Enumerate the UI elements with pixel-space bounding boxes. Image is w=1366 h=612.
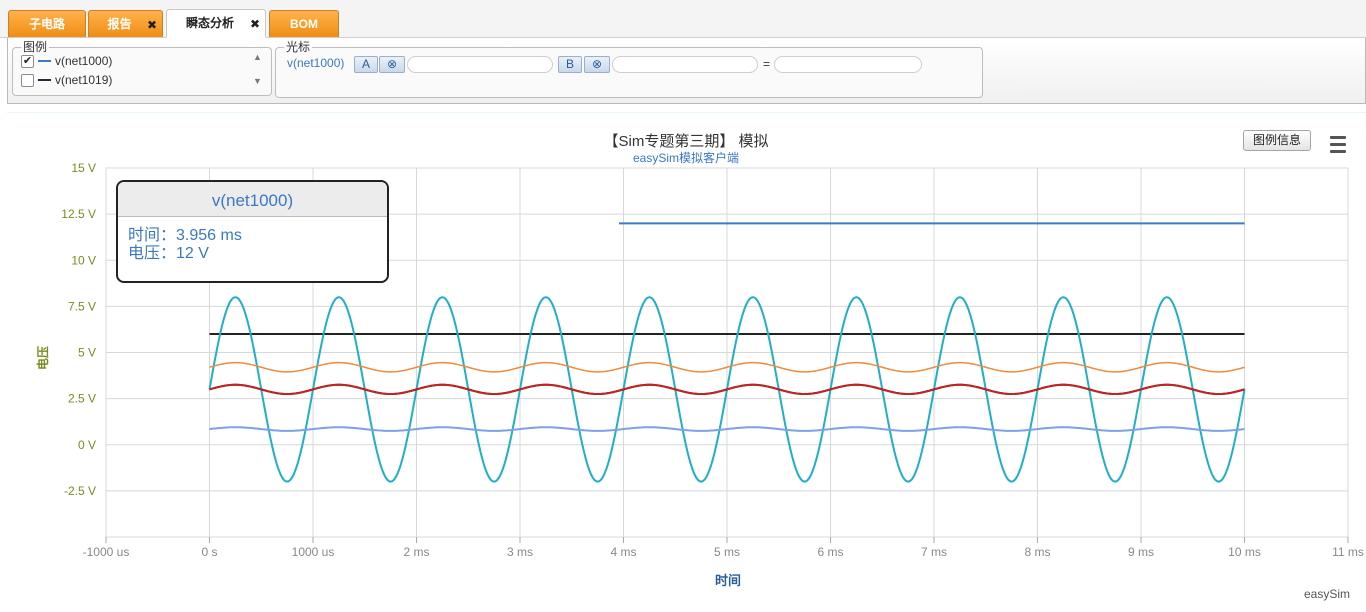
legend-item-label: v(net1000) (55, 54, 113, 68)
tooltip-time: 时间：3.956 ms (128, 227, 242, 244)
tab-bar: 子电路 报告 ✖ 瞬态分析 ✖ BOM (0, 0, 1366, 38)
tab-report[interactable]: 报告 ✖ (88, 10, 163, 37)
clear-cursor-a-icon[interactable]: ⊗ (379, 56, 405, 73)
x-tick-label: 1000 us (292, 545, 335, 559)
x-tick-label: 7 ms (921, 545, 947, 559)
cursor-b-input[interactable] (612, 56, 758, 73)
close-icon[interactable]: ✖ (250, 17, 260, 31)
equals-sign: = (763, 57, 771, 71)
tab-bom[interactable]: BOM (269, 10, 339, 37)
tab-label: BOM (290, 17, 318, 31)
data-tooltip: v(net1000) 时间：3.956 ms 电压：12 V (116, 180, 389, 283)
legend-scrollbar[interactable]: ▲ ▼ (252, 52, 264, 96)
y-tick-label: 7.5 V (68, 299, 96, 313)
x-tick-label: 0 s (201, 545, 217, 559)
cursor-b-button[interactable]: B (558, 56, 582, 73)
chart-title: 【Sim专题第三期】 模拟 (603, 132, 768, 150)
chart-subtitle: easySim模拟客户端 (633, 150, 739, 165)
x-tick-label: 2 ms (403, 545, 429, 559)
chart-credit: easySim (1304, 587, 1350, 601)
cursor-a-button[interactable]: A (354, 56, 378, 73)
cursor-controls: v(net1000) A ⊗ B ⊗ = (275, 47, 983, 77)
x-tick-label: -1000 us (83, 545, 130, 559)
x-tick-label: 9 ms (1128, 545, 1154, 559)
control-panel: 图例 ✔ v(net1000) v(net1019) ▲ ▼ 光标 v(net1… (7, 38, 1366, 104)
chart-area: -1000 us 0 s 1000 us 2 ms 3 ms 4 ms 5 ms 6 ms 7 … (7, 112, 1366, 608)
scroll-down-icon[interactable]: ▼ (253, 76, 262, 86)
tab-label: 报告 (107, 17, 132, 31)
y-tick-label: 2.5 V (68, 392, 96, 406)
x-tick-label: 8 ms (1024, 545, 1050, 559)
series-swatch (38, 79, 51, 81)
x-tick-label: 4 ms (610, 545, 636, 559)
scroll-up-icon[interactable]: ▲ (253, 52, 262, 62)
y-axis-title: 电压 (35, 346, 50, 370)
x-tick-label: 11 ms (1332, 545, 1364, 559)
clear-cursor-b-icon[interactable]: ⊗ (584, 56, 610, 73)
tab-label: 瞬态分析 (185, 16, 234, 30)
x-tick-label: 6 ms (817, 545, 843, 559)
close-icon[interactable]: ✖ (147, 18, 157, 32)
y-tick-label: 0 V (78, 438, 96, 452)
y-tick-label: -2.5 V (64, 484, 96, 498)
x-tick-label: 3 ms (507, 545, 533, 559)
checkbox[interactable]: ✔ (21, 54, 34, 68)
tab-transient-analysis[interactable]: 瞬态分析 ✖ (166, 9, 266, 38)
y-tick-label: 10 V (71, 253, 96, 267)
tooltip-body: 时间：3.956 ms 电压：12 V (118, 217, 387, 263)
checkbox[interactable] (21, 73, 34, 87)
cursor-a-input[interactable] (407, 56, 553, 73)
chart-menu-icon[interactable] (1325, 130, 1351, 154)
x-tick-label: 10 ms (1228, 545, 1261, 559)
x-tick-label: 5 ms (714, 545, 740, 559)
y-tick-label: 12.5 V (61, 207, 96, 221)
tab-subcircuit[interactable]: 子电路 (8, 10, 86, 37)
legend-item[interactable]: v(net1019) (21, 71, 112, 89)
cursor-result-field[interactable] (774, 56, 922, 73)
cursor-signal-label: v(net1000) (287, 56, 345, 70)
legend-item[interactable]: ✔ v(net1000) (21, 52, 112, 70)
y-tick-label: 5 V (78, 346, 96, 360)
legend-item-label: v(net1019) (55, 73, 113, 87)
tooltip-series: v(net1000) (118, 182, 387, 217)
series-swatch (38, 60, 51, 62)
y-tick-label: 15 V (71, 161, 96, 175)
tab-label: 子电路 (28, 17, 65, 31)
legend-info-button[interactable]: 图例信息 (1243, 130, 1311, 151)
x-axis-title: 时间 (715, 573, 741, 588)
tooltip-voltage: 电压：12 V (128, 245, 209, 262)
